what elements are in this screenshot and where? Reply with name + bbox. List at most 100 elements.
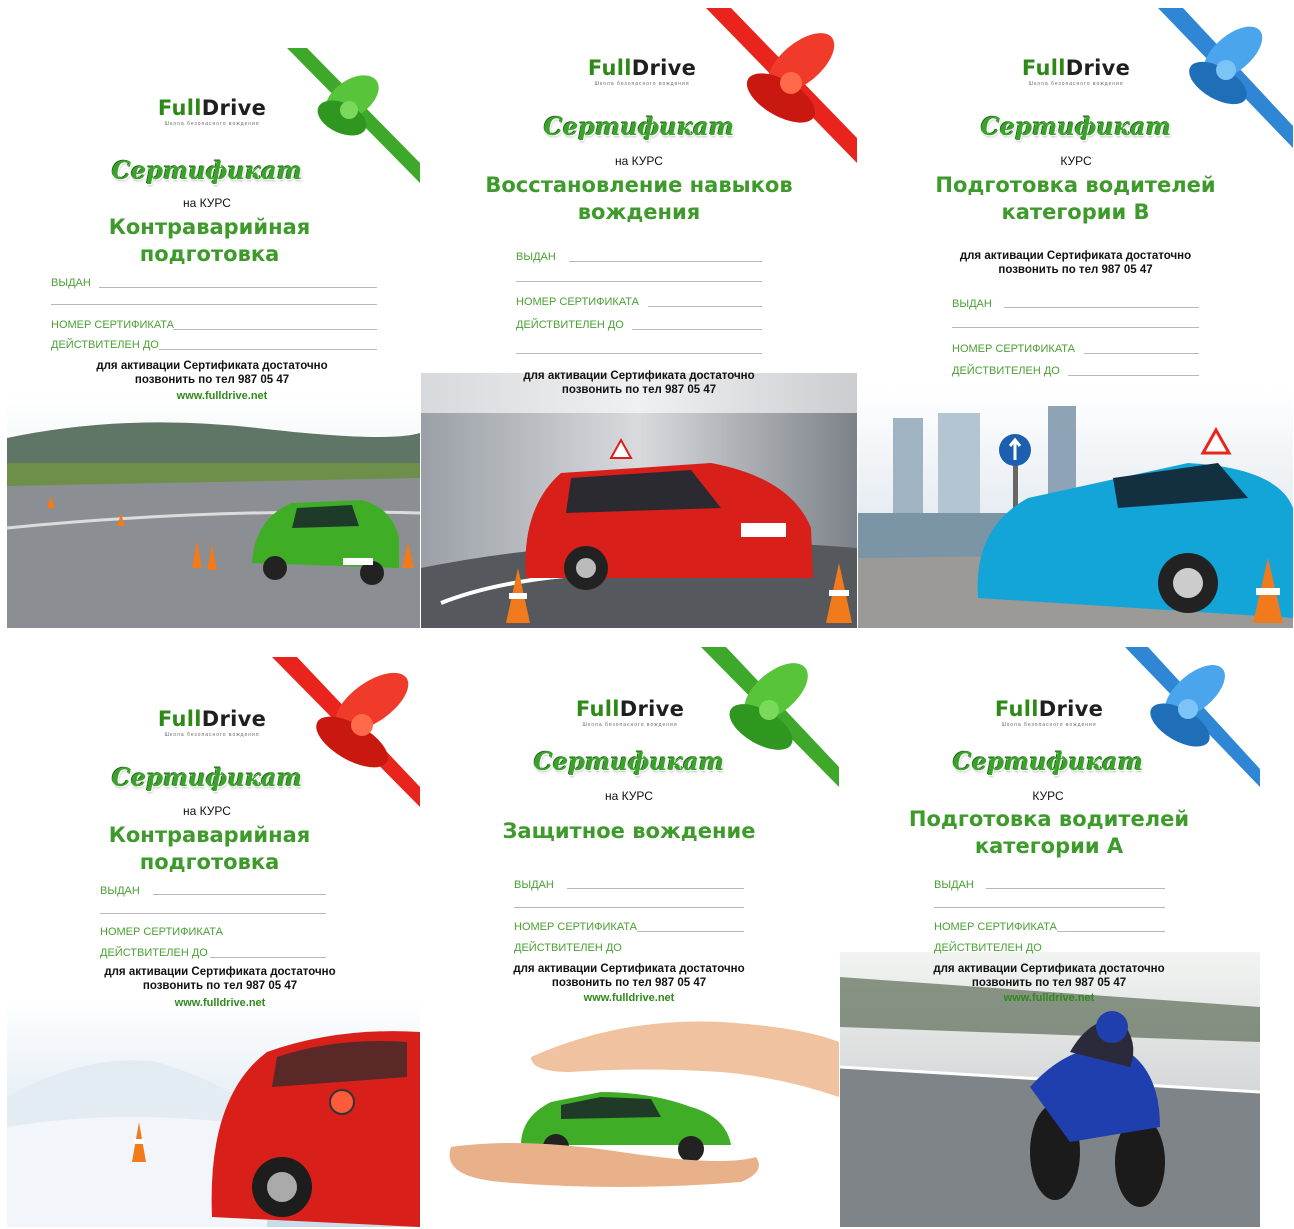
certificate-card-3: FullDrive Школа безопасного вождения Сер… [858,8,1293,628]
course-title: Подготовка водителей категории А [860,806,1238,860]
certificate-card-1: FullDrive Школа безопасного вождения Сер… [7,8,420,628]
website-link[interactable]: www.fulldrive.net [461,992,797,1004]
course-title-line2: вождения [577,200,701,224]
activation-text: для активации Сертификата достаточно позв… [523,370,755,396]
website-link[interactable]: www.fulldrive.net [47,390,397,402]
certificate-heading: Сертификат [543,112,735,141]
brand-part1: Full [157,707,202,731]
blank-line [100,913,326,914]
blank-line [952,327,1199,328]
number-label: НОМЕР СЕРТИФИКАТА [100,926,223,938]
brand-part2: Drive [1065,56,1131,80]
issued-line [986,888,1165,889]
number-label: НОМЕР СЕРТИФИКАТА [934,921,1057,933]
course-title-line1: Защитное вождение [502,819,756,843]
course-label: КУРС [1060,154,1092,168]
certificate-heading: Сертификат [952,747,1144,776]
certificate-card-6: FullDrive Школа безопасного вождения Сер… [840,647,1260,1227]
course-title-line1: Контраварийная [108,215,311,239]
issued-line [569,261,762,262]
valid-label: ДЕЙСТВИТЕЛЕН ДО [100,947,208,959]
card-3-artwork [858,8,1293,628]
course-title-line2: подготовка [139,850,280,874]
brand-part2: Drive [1038,697,1104,721]
brand-tagline: Школа безопасного вождения [164,732,260,738]
card-5-artwork [449,647,839,1187]
card-2-artwork [421,8,857,628]
brand-tagline: Школа безопасного вождения [1001,722,1097,728]
valid-line [632,329,762,330]
activation-text: для активации Сертификата достаточно позв… [933,963,1165,989]
issued-line [567,888,744,889]
number-line [648,306,762,307]
red-bow-icon [316,672,409,768]
issued-label: ВЫДАН [934,879,974,891]
issued-line [1004,307,1199,308]
brand-tagline: Школа безопасного вождения [582,722,678,728]
brand-tagline: Школа безопасного вождения [164,121,260,127]
certificate-heading: Сертификат [980,112,1172,141]
fulldrive-logo: FullDrive Школа безопасного вождения [535,697,725,728]
valid-label: ДЕЙСТВИТЕЛЕН ДО [516,319,624,331]
course-label: на КУРС [615,154,663,168]
website-link[interactable]: www.fulldrive.net [47,997,393,1009]
upper-hand-icon [531,1021,839,1097]
brand-part2: Drive [631,56,697,80]
blank-line [934,907,1165,908]
fulldrive-logo: FullDrive Школа безопасного вождения [117,96,307,127]
number-label: НОМЕР СЕРТИФИКАТА [514,921,637,933]
brand-part1: Full [575,697,620,721]
course-title: Защитное вождение [441,818,817,845]
fulldrive-logo: FullDrive Школа безопасного вождения [117,707,307,738]
issued-label: ВЫДАН [100,885,140,897]
valid-line [1068,375,1199,376]
brand-part2: Drive [201,96,267,120]
number-label: НОМЕР СЕРТИФИКАТА [952,343,1075,355]
course-label: на КУРС [183,196,231,210]
course-title-line1: Восстановление навыков [485,173,793,197]
activation-text: для активации Сертификата достаточно позв… [104,966,336,992]
card-4-artwork [7,657,420,1227]
number-label: НОМЕР СЕРТИФИКАТА [516,296,639,308]
certificate-card-4: FullDrive Школа безопасного вождения Сер… [7,657,420,1227]
number-line [1084,353,1199,354]
brand-part1: Full [994,697,1039,721]
fulldrive-logo: FullDrive Школа безопасного вождения [547,56,737,87]
valid-line [210,957,326,958]
issued-line [153,894,326,895]
course-title-line1: Подготовка водителей [935,173,1216,197]
valid-label: ДЕЙСТВИТЕЛЕН ДО [934,942,1042,954]
blank-line [514,907,744,908]
certificate-heading: Сертификат [533,747,725,776]
course-title-line1: Контраварийная [108,823,311,847]
certificate-heading: Сертификат [111,156,303,185]
course-title-line2: категории В [1001,200,1150,224]
course-title: Контраварийная подготовка [37,214,382,268]
blank-line [51,304,377,305]
brand-part2: Drive [619,697,685,721]
course-label: на КУРС [183,804,231,818]
number-line [1057,931,1165,932]
issued-label: ВЫДАН [952,298,992,310]
certificate-card-5: FullDrive Школа безопасного вождения Сер… [421,647,839,1227]
certificate-card-2: FullDrive Школа безопасного вождения Сер… [421,8,857,628]
course-label: на КУРС [605,789,653,803]
fulldrive-logo: FullDrive Школа безопасного вождения [981,56,1171,87]
website-link[interactable]: www.fulldrive.net [880,992,1218,1004]
course-title-line1: Подготовка водителей [908,807,1190,831]
valid-label: ДЕЙСТВИТЕЛЕН ДО [514,942,622,954]
fulldrive-logo: FullDrive Школа безопасного вождения [954,697,1144,728]
course-title: Восстановление навыков вождения [451,172,827,226]
card-6-artwork [840,647,1260,1227]
activation-text: для активации Сертификата достаточно позв… [96,360,328,386]
issued-label: ВЫДАН [516,251,556,263]
brand-part1: Full [587,56,632,80]
valid-line [159,349,377,350]
number-line [173,329,377,330]
course-title-line2: категории А [974,834,1124,858]
number-line [637,931,744,932]
brand-tagline: Школа безопасного вождения [1028,81,1124,87]
issued-label: ВЫДАН [514,879,554,891]
valid-label: ДЕЙСТВИТЕЛЕН ДО [952,365,1060,377]
issued-line [99,287,377,288]
